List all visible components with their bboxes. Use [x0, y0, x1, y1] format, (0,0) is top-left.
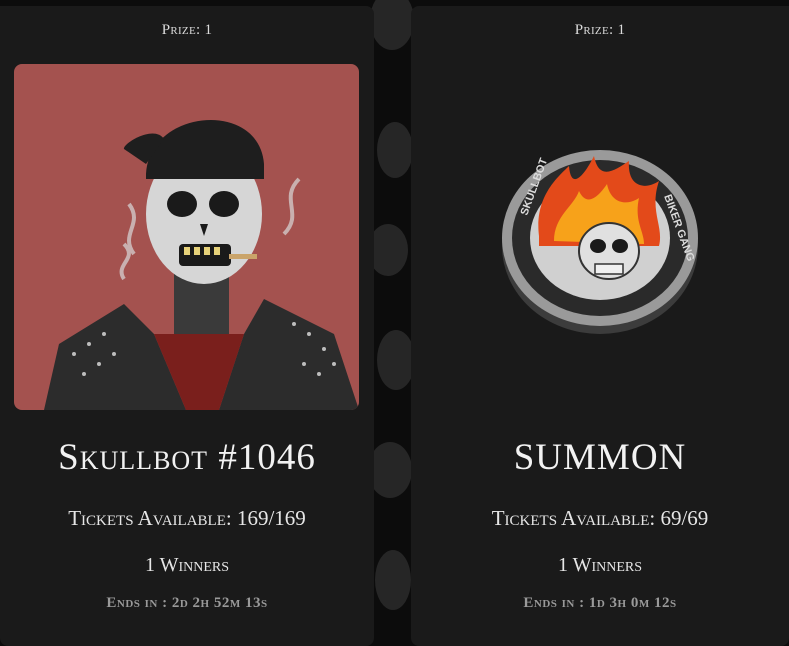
winners-count: 1 Winners	[557, 554, 643, 576]
raffle-title: Skullbot #1046	[58, 437, 316, 478]
ends-in-countdown: Ends in : 2d 2h 52m 13s	[106, 595, 268, 611]
skullbot-biker-gang-coin[interactable]: SKULLBOT BIKER GANG	[499, 136, 701, 336]
raffle-card-skullbot[interactable]: Prize: 1 Skullbot #1046 Tickets Availabl…	[0, 6, 374, 646]
winners-count: 1 Winners	[144, 554, 230, 576]
tickets-available: Tickets Available: 69/69	[491, 506, 709, 530]
prize-label: Prize: 1	[161, 22, 213, 38]
tickets-available: Tickets Available: 169/169	[68, 506, 306, 530]
skullbot-nft-image[interactable]	[14, 64, 359, 410]
raffle-title: SUMMON	[513, 437, 687, 478]
raffle-card-summon[interactable]: Prize: 1 SKULLBOT BIKER GANG SUMMON Tick…	[411, 6, 789, 646]
prize-label: Prize: 1	[574, 22, 626, 38]
ends-in-countdown: Ends in : 1d 3h 0m 12s	[523, 595, 677, 611]
